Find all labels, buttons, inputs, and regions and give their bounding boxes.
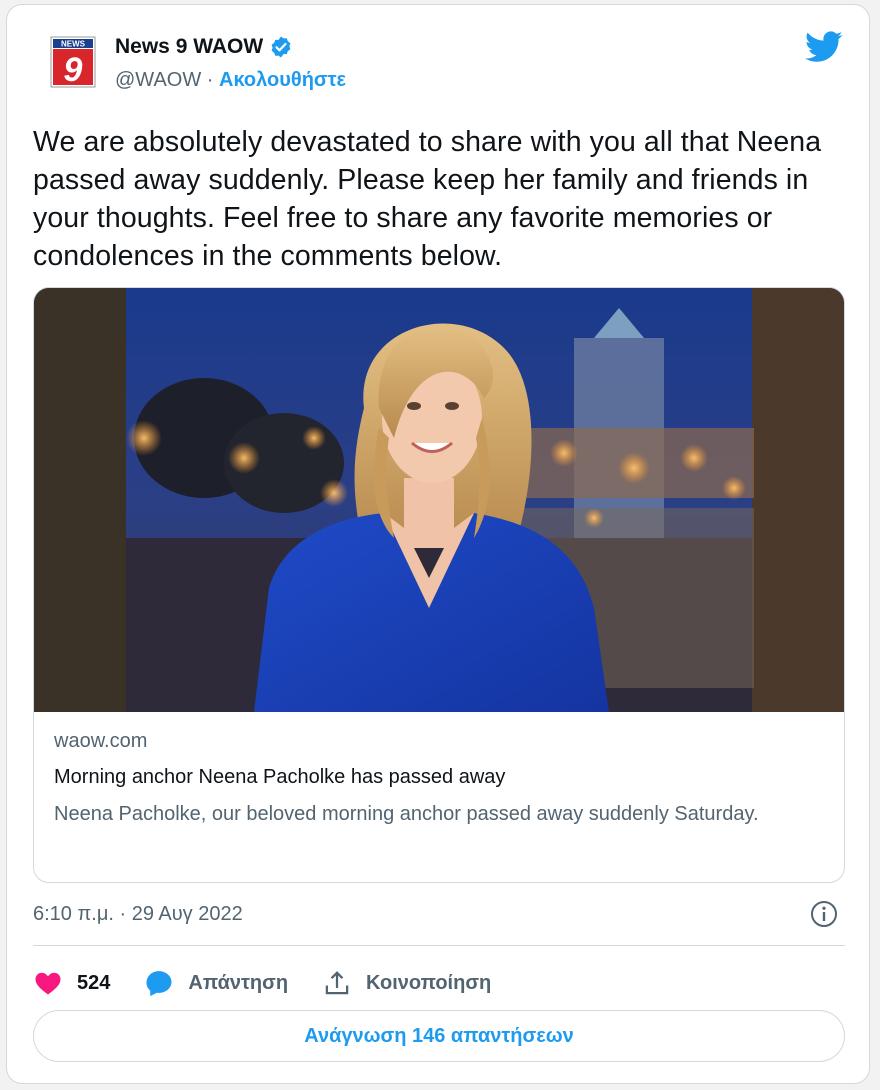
read-replies-button[interactable]: Ανάγνωση 146 απαντήσεων [33, 1010, 845, 1062]
like-button[interactable]: 524 [33, 968, 110, 998]
action-bar: 524 Απάντηση Κοινοποίηση [33, 963, 525, 1003]
share-label: Κοινοποίηση [366, 971, 492, 994]
tweet-card: NEWS 9 News 9 WAOW @WAOW · Ακολουθήστε W… [6, 4, 870, 1084]
share-upload-icon [325, 971, 349, 995]
twitter-bird-icon[interactable] [805, 31, 843, 63]
verified-badge-icon [271, 36, 291, 58]
handle-row: @WAOW · Ακολουθήστε [115, 69, 346, 92]
link-domain: waow.com [54, 730, 148, 752]
divider [33, 945, 845, 946]
link-meta: waow.com Morning anchor Neena Pacholke h… [54, 728, 824, 830]
tweet-text: We are absolutely devastated to share wi… [33, 126, 822, 272]
link-description: Neena Pacholke, our beloved morning anch… [54, 803, 759, 825]
handle[interactable]: @WAOW [115, 69, 201, 91]
logo-top-text: NEWS [61, 40, 86, 49]
tweet-timestamp[interactable]: 6:10 π.μ. · 29 Αυγ 2022 [33, 903, 243, 926]
heart-icon [35, 972, 61, 995]
reply-bubble-icon [146, 971, 172, 997]
follow-link[interactable]: Ακολουθήστε [219, 69, 346, 91]
reply-label: Απάντηση [188, 971, 289, 994]
link-title[interactable]: Morning anchor Neena Pacholke has passed… [54, 764, 824, 790]
news9-logo: NEWS 9 [50, 36, 96, 89]
link-preview-card[interactable]: waow.com Morning anchor Neena Pacholke h… [33, 287, 845, 883]
reply-button[interactable]: Απάντηση [144, 968, 288, 998]
share-button[interactable]: Κοινοποίηση [322, 968, 491, 998]
info-icon[interactable] [809, 899, 839, 929]
news-anchor-photo [34, 288, 844, 712]
display-name[interactable]: News 9 WAOW [115, 35, 263, 59]
logo-number: 9 [64, 51, 83, 89]
avatar[interactable]: NEWS 9 [49, 35, 99, 91]
like-count: 524 [77, 971, 111, 994]
handle-separator: · [201, 69, 219, 91]
